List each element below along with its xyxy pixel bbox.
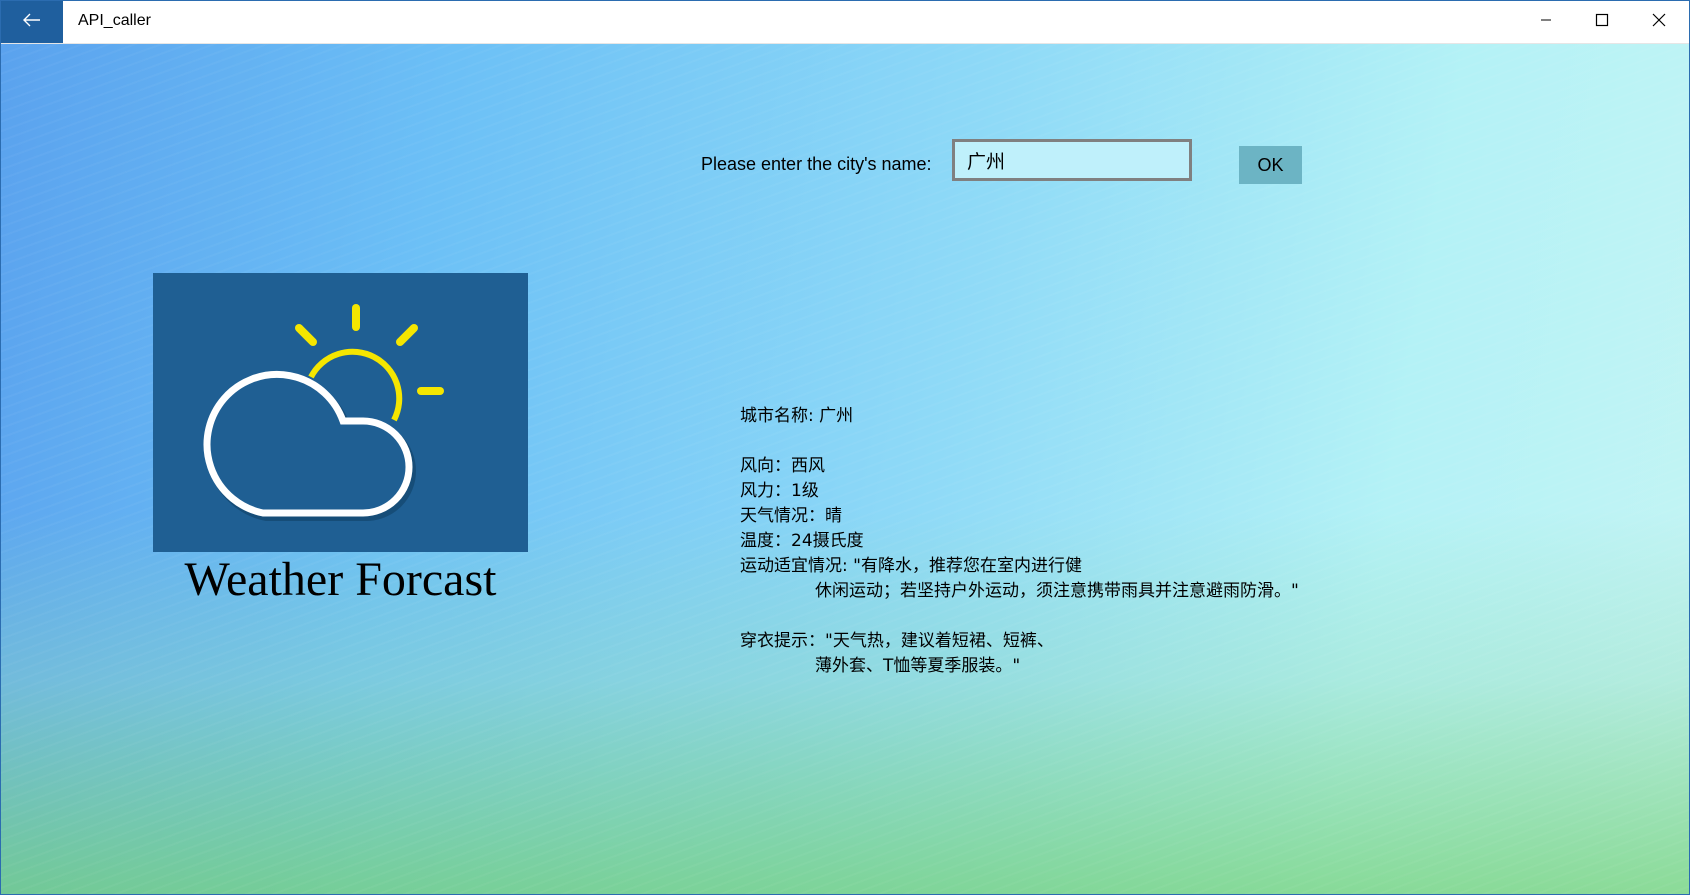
app-window: API_caller Please enter the city's name:…	[0, 0, 1690, 895]
ok-button[interactable]: OK	[1239, 146, 1302, 184]
close-icon	[1652, 13, 1666, 32]
window-title: API_caller	[78, 12, 151, 29]
temperature: 温度：24摄氏度	[740, 531, 864, 551]
maximize-icon	[1595, 13, 1609, 32]
weather-info-panel: 城市名称: 广州 风向：西风 风力：1级 天气情况：晴 温度：24摄氏度 运动适…	[740, 404, 1299, 679]
maximize-button[interactable]	[1574, 1, 1630, 43]
sport-advice-line-1: 运动适宜情况: "有降水，推荐您在室内进行健	[740, 556, 1082, 576]
wind-direction: 风向：西风	[740, 456, 825, 476]
dress-advice-line-1: 穿衣提示："天气热，建议着短裙、短裤、	[740, 631, 1054, 651]
weather-logo	[153, 273, 528, 552]
wind-force: 风力：1级	[740, 481, 819, 501]
back-button[interactable]	[1, 1, 63, 43]
city-name-input[interactable]	[952, 139, 1192, 181]
title-bar: API_caller	[1, 1, 1689, 44]
sport-advice-line-2: 休闲运动；若坚持户外运动，须注意携带雨具并注意避雨防滑。"	[815, 581, 1299, 601]
city-name-label: Please enter the city's name:	[701, 154, 932, 174]
minimize-icon	[1540, 13, 1552, 31]
city-name-value: 城市名称: 广州	[740, 406, 854, 426]
weather-condition: 天气情况：晴	[740, 506, 842, 526]
arrow-left-icon	[23, 13, 41, 32]
main-content: Please enter the city's name: OK	[1, 44, 1689, 894]
logo-caption: Weather Forcast	[184, 553, 497, 606]
dress-advice-line-2: 薄外套、T恤等夏季服装。"	[815, 656, 1021, 676]
close-button[interactable]	[1631, 1, 1687, 43]
minimize-button[interactable]	[1518, 1, 1574, 43]
